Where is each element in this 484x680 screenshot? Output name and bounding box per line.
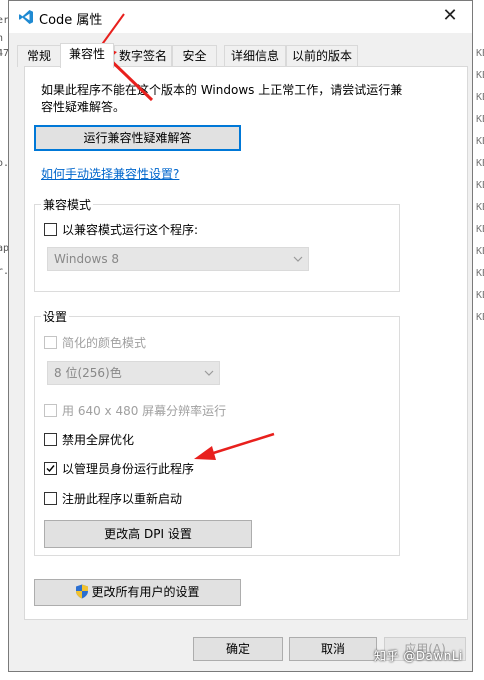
button-label: 更改所有用户的设置 [91, 585, 200, 599]
button-label: 取消 [320, 642, 345, 656]
bg-fragment: KB [476, 180, 484, 191]
checkbox-label: 注册此程序以重新启动 [62, 492, 183, 506]
checkbox-label: 以管理员身份运行此程序 [62, 462, 195, 476]
checkbox-label: 简化的颜色模式 [62, 336, 147, 350]
bg-fragment: KB [476, 136, 484, 147]
close-button[interactable]: ✕ [428, 1, 472, 33]
checkbox-box [44, 462, 57, 475]
run-troubleshooter-button[interactable]: 运行兼容性疑难解答 [34, 125, 241, 151]
bg-fragment: KB [476, 268, 484, 279]
background-window-left: er h 47 o. ap r. [0, 0, 9, 680]
checkbox-label: 以兼容模式运行这个程序: [62, 223, 199, 237]
checkbox-label: 用 640 x 480 屏幕分辨率运行 [62, 404, 227, 418]
properties-dialog: Code 属性 ✕ 常规 兼容性 数字签名 安全 详细信息 以前的版本 如果此程… [8, 0, 473, 672]
tab-label: 以前的版本 [291, 49, 352, 63]
run-as-admin-checkbox[interactable]: 以管理员身份运行此程序 [44, 462, 194, 476]
bg-fragment: KB [476, 92, 484, 103]
chevron-down-icon [204, 370, 214, 376]
intro-text: 如果此程序不能在这个版本的 Windows 上正常工作，请尝试运行兼 容性疑难解… [41, 82, 411, 116]
settings-group: 设置 简化的颜色模式 8 位(256)色 用 640 x 480 屏幕分辨率运行… [34, 308, 400, 556]
bg-fragment: KB [476, 202, 484, 213]
chevron-down-icon [293, 256, 303, 262]
tab-security[interactable]: 安全 [172, 45, 217, 67]
checkbox-box [44, 404, 57, 417]
bg-fragment: KB [476, 158, 484, 169]
tab-label: 常规 [26, 49, 51, 63]
bg-fragment: KB [476, 290, 484, 301]
change-dpi-button[interactable]: 更改高 DPI 设置 [44, 520, 252, 548]
manual-compat-link[interactable]: 如何手动选择兼容性设置? [41, 165, 179, 182]
bg-fragment: KB [476, 246, 484, 257]
bg-fragment: KB [476, 224, 484, 235]
checkbox-box [44, 223, 57, 236]
cancel-button[interactable]: 取消 [289, 637, 377, 661]
color-mode-select[interactable]: 8 位(256)色 [47, 361, 220, 385]
tab-previous-versions[interactable]: 以前的版本 [286, 45, 358, 67]
ok-button[interactable]: 确定 [193, 637, 283, 661]
tab-digital-signature[interactable]: 数字签名 [114, 45, 172, 67]
tab-general[interactable]: 常规 [17, 45, 61, 67]
group-title: 兼容模式 [41, 196, 94, 213]
vscode-app-icon [19, 10, 33, 24]
uac-shield-icon [76, 584, 89, 599]
background-window-right: KB KB KB KB KB KB KB KB KB KB KB KB KB [474, 0, 484, 680]
tab-label: 安全 [182, 49, 207, 63]
checkmark-icon [46, 465, 55, 473]
checkbox-box [44, 336, 57, 349]
compat-mode-select[interactable]: Windows 8 [47, 247, 309, 271]
bg-fragment: KB [476, 114, 484, 125]
group-title: 设置 [41, 308, 70, 325]
reduced-color-checkbox[interactable]: 简化的颜色模式 [44, 336, 146, 350]
button-label: 确定 [225, 642, 250, 656]
select-value: Windows 8 [54, 252, 120, 266]
watermark: 知乎 @DawnLi [374, 649, 463, 663]
window-title: Code 属性 [39, 13, 103, 28]
disable-fullscreen-checkbox[interactable]: 禁用全屏优化 [44, 433, 134, 447]
tab-compatibility[interactable]: 兼容性 [60, 43, 114, 68]
compat-mode-group: 兼容模式 以兼容模式运行这个程序: Windows 8 [34, 196, 400, 292]
button-label: 运行兼容性疑难解答 [83, 131, 192, 145]
compatibility-panel: 如果此程序不能在这个版本的 Windows 上正常工作，请尝试运行兼 容性疑难解… [24, 66, 468, 620]
tab-label: 详细信息 [230, 49, 279, 63]
tab-label: 数字签名 [118, 49, 167, 63]
checkbox-box [44, 433, 57, 446]
compat-mode-checkbox[interactable]: 以兼容模式运行这个程序: [44, 223, 198, 237]
register-restart-checkbox[interactable]: 注册此程序以重新启动 [44, 492, 182, 506]
close-icon: ✕ [442, 5, 458, 26]
button-label: 更改高 DPI 设置 [104, 527, 192, 541]
checkbox-label: 禁用全屏优化 [62, 433, 135, 447]
intro-line: 如果此程序不能在这个版本的 Windows 上正常工作，请尝试运行兼 [41, 83, 403, 97]
resolution-640-checkbox[interactable]: 用 640 x 480 屏幕分辨率运行 [44, 404, 226, 418]
bg-fragment: h [0, 33, 4, 44]
intro-line: 容性疑难解答。 [41, 100, 126, 114]
tab-details[interactable]: 详细信息 [224, 45, 286, 67]
bg-fragment: KB [476, 312, 484, 323]
select-value: 8 位(256)色 [54, 366, 122, 380]
bg-fragment: KB [476, 48, 484, 59]
bg-fragment: KB [476, 70, 484, 81]
tab-label: 兼容性 [68, 47, 105, 61]
checkbox-box [44, 492, 57, 505]
change-all-users-button[interactable]: 更改所有用户的设置 [34, 579, 241, 606]
title-bar[interactable]: Code 属性 ✕ [9, 1, 472, 33]
